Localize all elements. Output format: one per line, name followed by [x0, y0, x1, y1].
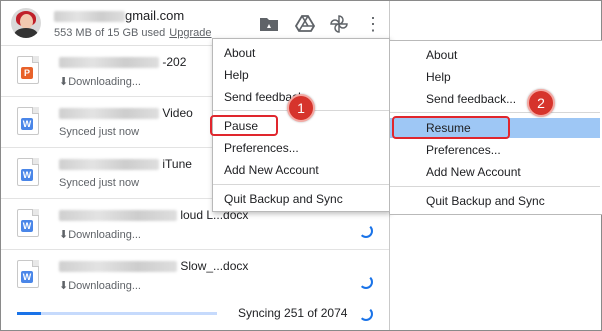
word-file-icon: W [17, 158, 39, 186]
download-arrow-icon: ⬇ [59, 229, 69, 241]
menu-item-quit[interactable]: Quit Backup and Sync [213, 189, 389, 209]
file-status: ⬇Downloading... [59, 76, 141, 88]
file-status: ⬇Downloading... [59, 280, 141, 292]
menu-item-quit[interactable]: Quit Backup and Sync [390, 191, 600, 211]
file-row[interactable]: W Slow_...docx ⬇Downloading... [1, 251, 389, 301]
menu-item-send-feedback[interactable]: Send feedback... [390, 89, 600, 109]
menu-item-add-account[interactable]: Add New Account [213, 160, 389, 180]
word-file-icon: W [17, 107, 39, 135]
folder-drive-icon[interactable] [259, 14, 279, 34]
word-file-icon: W [17, 209, 39, 237]
pdf-file-icon: P [17, 56, 39, 84]
menu-item-help[interactable]: Help [213, 65, 389, 85]
step-badge-1: 1 [287, 94, 315, 122]
download-arrow-icon: ⬇ [59, 76, 69, 88]
redacted-email-name [54, 11, 125, 23]
menu-item-about[interactable]: About [390, 45, 600, 65]
menu-divider [213, 184, 389, 185]
menu-item-add-account[interactable]: Add New Account [390, 162, 600, 182]
step-badge-2: 2 [527, 89, 555, 117]
resume-highlight-box [392, 116, 510, 139]
sync-spinner-icon [359, 307, 373, 321]
file-name: Slow_...docx [59, 259, 248, 273]
sync-progress-bar [17, 312, 217, 315]
account-email: gmail.com [54, 8, 184, 23]
sync-spinner-icon [359, 275, 373, 289]
photos-pinwheel-icon[interactable] [329, 14, 349, 34]
file-name: iTune [59, 157, 192, 171]
sync-spinner-icon [359, 224, 373, 238]
menu-divider [390, 112, 600, 113]
sync-status-text: Syncing 251 of 2074 [238, 306, 348, 320]
file-status: Synced just now [59, 177, 140, 189]
google-drive-icon[interactable] [295, 14, 315, 34]
menu-item-preferences[interactable]: Preferences... [213, 138, 389, 158]
menu-item-help[interactable]: Help [390, 67, 600, 87]
more-vert-icon[interactable]: ⋮ [364, 14, 382, 34]
file-name: -202 [59, 55, 186, 69]
file-status: ⬇Downloading... [59, 229, 141, 241]
menu-divider [390, 186, 600, 187]
menu-item-about[interactable]: About [213, 43, 389, 63]
file-status: Synced just now [59, 126, 140, 138]
download-arrow-icon: ⬇ [59, 280, 69, 292]
sync-footer: Syncing 251 of 2074 [1, 297, 389, 330]
email-domain: gmail.com [125, 8, 185, 23]
menu-item-preferences[interactable]: Preferences... [390, 140, 600, 160]
storage-used-text: 553 MB of 15 GB used [54, 27, 166, 39]
word-file-icon: W [17, 260, 39, 288]
avatar[interactable] [11, 8, 41, 38]
upgrade-link[interactable]: Upgrade [169, 27, 211, 39]
sync-progress-fill [17, 312, 42, 315]
file-name: Video [59, 106, 193, 120]
pause-highlight-box [210, 115, 278, 136]
storage-quota: 553 MB of 15 GB used Upgrade [54, 27, 212, 39]
